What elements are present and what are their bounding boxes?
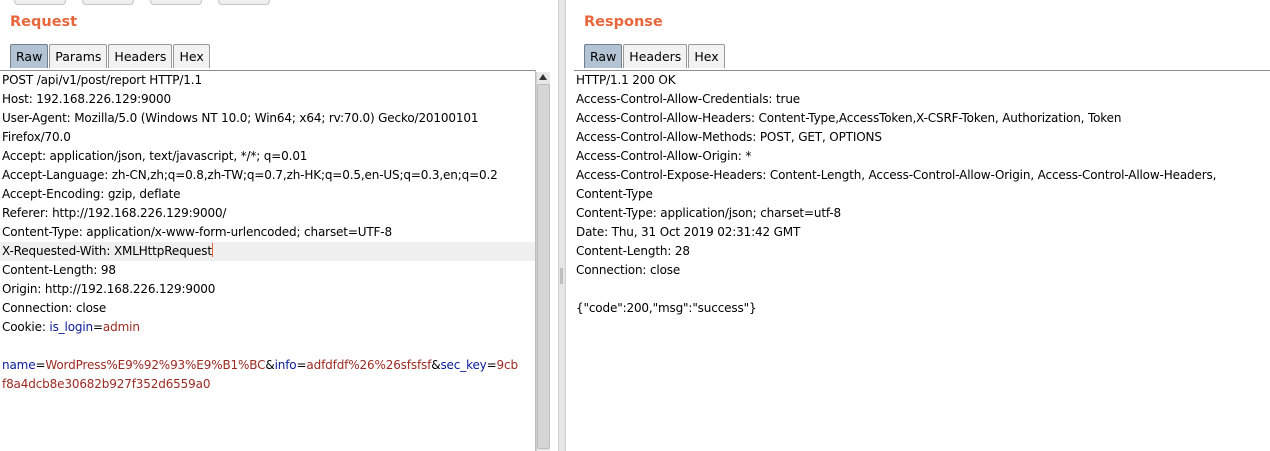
request-line: Firefox/70.0 bbox=[2, 130, 71, 144]
cookie-prefix: Cookie: bbox=[2, 320, 50, 334]
request-line: Content-Type: application/x-www-form-url… bbox=[2, 225, 392, 239]
cookie-value: admin bbox=[102, 320, 140, 334]
text-caret bbox=[211, 243, 213, 257]
request-tab-raw[interactable]: Raw bbox=[10, 44, 49, 68]
param-value: 9cb bbox=[496, 358, 519, 372]
request-panel: Request Raw Params Headers Hex POST /api… bbox=[0, 0, 552, 451]
request-line: Origin: http://192.168.226.129:9000 bbox=[2, 282, 216, 296]
body-line-2: f8a4dcb8e30682b927f352d6559a0 bbox=[0, 375, 535, 394]
response-tab-hex[interactable]: Hex bbox=[688, 44, 725, 68]
response-line: Date: Thu, 31 Oct 2019 02:31:42 GMT bbox=[576, 225, 801, 239]
panel-split-divider[interactable] bbox=[558, 0, 566, 451]
response-line: Access-Control-Allow-Origin: * bbox=[576, 149, 752, 163]
param-name: info bbox=[274, 358, 297, 372]
response-line: Access-Control-Expose-Headers: Content-L… bbox=[576, 168, 1217, 182]
request-tab-params[interactable]: Params bbox=[49, 44, 108, 68]
divider-grip[interactable] bbox=[560, 268, 563, 284]
request-line: Accept: application/json, text/javascrip… bbox=[2, 149, 308, 163]
request-tabs: Raw Params Headers Hex bbox=[10, 44, 211, 68]
response-line: Connection: close bbox=[576, 263, 681, 277]
request-line: POST /api/v1/post/report HTTP/1.1 bbox=[2, 73, 202, 87]
request-line: User-Agent: Mozilla/5.0 (Windows NT 10.0… bbox=[2, 111, 479, 125]
request-line: Accept-Language: zh-CN,zh;q=0.8,zh-TW;q=… bbox=[2, 168, 498, 182]
param-separator: & bbox=[265, 358, 275, 372]
response-line: Access-Control-Allow-Methods: POST, GET,… bbox=[576, 130, 882, 144]
request-line: Content-Length: 98 bbox=[2, 263, 116, 277]
request-tab-headers[interactable]: Headers bbox=[108, 44, 173, 68]
response-line bbox=[574, 280, 1270, 299]
param-equals: = bbox=[486, 358, 497, 372]
response-line: Access-Control-Allow-Credentials: true bbox=[576, 92, 801, 106]
response-tab-raw[interactable]: Raw bbox=[584, 44, 623, 68]
response-line: Content-Type: application/json; charset=… bbox=[576, 206, 841, 220]
request-line: Accept-Encoding: gzip, deflate bbox=[2, 187, 181, 201]
request-line: Referer: http://192.168.226.129:9000/ bbox=[2, 206, 227, 220]
cookie-line: Cookie: is_login=admin bbox=[0, 318, 535, 337]
request-editor[interactable]: POST /api/v1/post/report HTTP/1.1 Host: … bbox=[0, 70, 536, 451]
param-name: name bbox=[2, 358, 36, 372]
response-tab-headers[interactable]: Headers bbox=[623, 44, 688, 68]
response-tabs: Raw Headers Hex bbox=[584, 44, 726, 68]
body-line-1: name=WordPress%E9%92%93%E9%B1%BC&info=ad… bbox=[0, 356, 535, 375]
cookie-equals: = bbox=[93, 320, 103, 334]
param-name: sec_key bbox=[440, 358, 487, 372]
scrollbar-thumb[interactable] bbox=[537, 84, 550, 449]
response-title: Response bbox=[584, 14, 663, 30]
param-value: f8a4dcb8e30682b927f352d6559a0 bbox=[2, 377, 211, 391]
param-equals: = bbox=[35, 358, 46, 372]
request-title: Request bbox=[10, 14, 78, 30]
response-panel: Response Raw Headers Hex HTTP/1.1 200 OK… bbox=[568, 0, 1270, 451]
cookie-name: is_login bbox=[49, 320, 94, 334]
response-editor[interactable]: HTTP/1.1 200 OK Access-Control-Allow-Cre… bbox=[574, 70, 1270, 451]
param-equals: = bbox=[296, 358, 307, 372]
request-line: Host: 192.168.226.129:9000 bbox=[2, 92, 171, 106]
request-current-line: X-Requested-With: XMLHttpRequest bbox=[0, 242, 535, 261]
response-line: Content-Type bbox=[576, 187, 653, 201]
response-line: Access-Control-Allow-Headers: Content-Ty… bbox=[576, 111, 1122, 125]
param-value: adfdfdf%26%26sfsfsf bbox=[306, 358, 432, 372]
response-line: HTTP/1.1 200 OK bbox=[576, 73, 676, 87]
request-scrollbar[interactable] bbox=[536, 72, 550, 451]
response-body-line: {"code":200,"msg":"success"} bbox=[576, 301, 757, 315]
request-line-text: X-Requested-With: XMLHttpRequest bbox=[2, 244, 212, 258]
response-line: Content-Length: 28 bbox=[576, 244, 690, 258]
request-tab-hex[interactable]: Hex bbox=[173, 44, 210, 68]
param-value: WordPress%E9%92%93%E9%B1%BC bbox=[45, 358, 266, 372]
scroll-up-arrow-icon[interactable] bbox=[539, 74, 547, 80]
request-line: Connection: close bbox=[2, 301, 107, 315]
